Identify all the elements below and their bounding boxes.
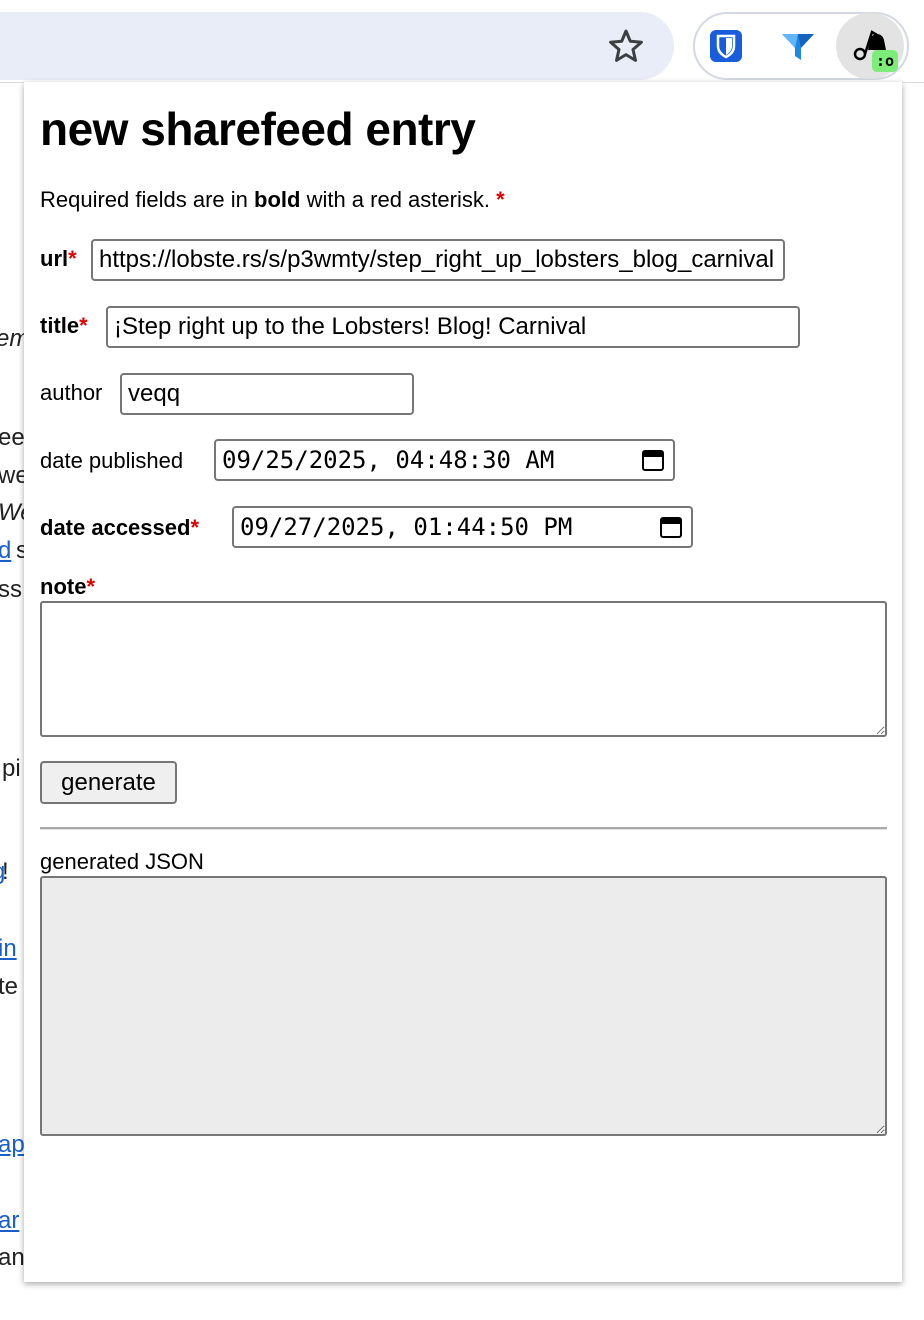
- bitwarden-shield-icon[interactable]: [706, 26, 746, 66]
- title-input[interactable]: ¡Step right up to the Lobsters! Blog! Ca…: [106, 306, 800, 348]
- url-input[interactable]: https://lobste.rs/s/p3wmty/step_right_up…: [91, 239, 785, 281]
- required-asterisk: *: [79, 313, 88, 338]
- title-label-text: title: [40, 313, 80, 338]
- date-published-label: date published: [40, 448, 184, 473]
- date-accessed-label: date accessed*: [40, 514, 199, 542]
- calendar-icon[interactable]: [641, 448, 665, 472]
- background-link[interactable]: ar: [0, 1207, 19, 1235]
- date-accessed-label-text: date accessed: [40, 515, 191, 540]
- title-label: title*: [40, 312, 88, 340]
- intro-text: Required fields are in: [40, 187, 255, 212]
- required-asterisk: *: [68, 246, 77, 271]
- address-bar[interactable]: [0, 12, 674, 80]
- note-textarea[interactable]: [40, 601, 887, 737]
- background-link[interactable]: ap: [0, 1131, 25, 1159]
- background-text: ee: [0, 424, 25, 451]
- note-label: note*: [40, 573, 95, 601]
- date-published-input[interactable]: 09/25/2025, 04:48:30 AM: [214, 439, 675, 481]
- url-label: url*: [40, 245, 77, 273]
- generated-json-label: generated JSON: [40, 849, 204, 874]
- background-text: an: [0, 1244, 25, 1271]
- required-fields-note: Required fields are in bold with a red a…: [40, 186, 505, 214]
- background-text: te: [0, 973, 19, 1000]
- intro-text-after: with a red asterisk.: [300, 187, 497, 212]
- background-text: ss: [0, 576, 22, 603]
- background-text: pi: [2, 755, 21, 782]
- author-label: author: [40, 380, 103, 405]
- background-link[interactable]: in: [0, 935, 17, 963]
- popup-title: new sharefeed entry: [40, 103, 476, 155]
- note-label-text: note: [40, 574, 87, 599]
- bookmark-star-icon[interactable]: [606, 26, 646, 66]
- divider: [40, 827, 887, 830]
- url-label-text: url: [40, 246, 69, 271]
- required-asterisk: *: [86, 574, 96, 599]
- extension-badge: :o: [872, 50, 898, 72]
- author-input[interactable]: veqq: [120, 373, 414, 415]
- generate-button[interactable]: generate: [40, 761, 177, 804]
- date-accessed-input[interactable]: 09/27/2025, 01:44:50 PM: [232, 506, 693, 548]
- calendar-icon[interactable]: [659, 515, 683, 539]
- required-asterisk: *: [190, 515, 199, 540]
- required-asterisk: *: [496, 187, 505, 212]
- background-link[interactable]: d: [0, 537, 11, 565]
- funnel-icon[interactable]: [778, 26, 818, 66]
- background-text: !: [2, 858, 9, 885]
- generated-json-output[interactable]: [40, 876, 887, 1136]
- intro-bold: bold: [254, 187, 301, 212]
